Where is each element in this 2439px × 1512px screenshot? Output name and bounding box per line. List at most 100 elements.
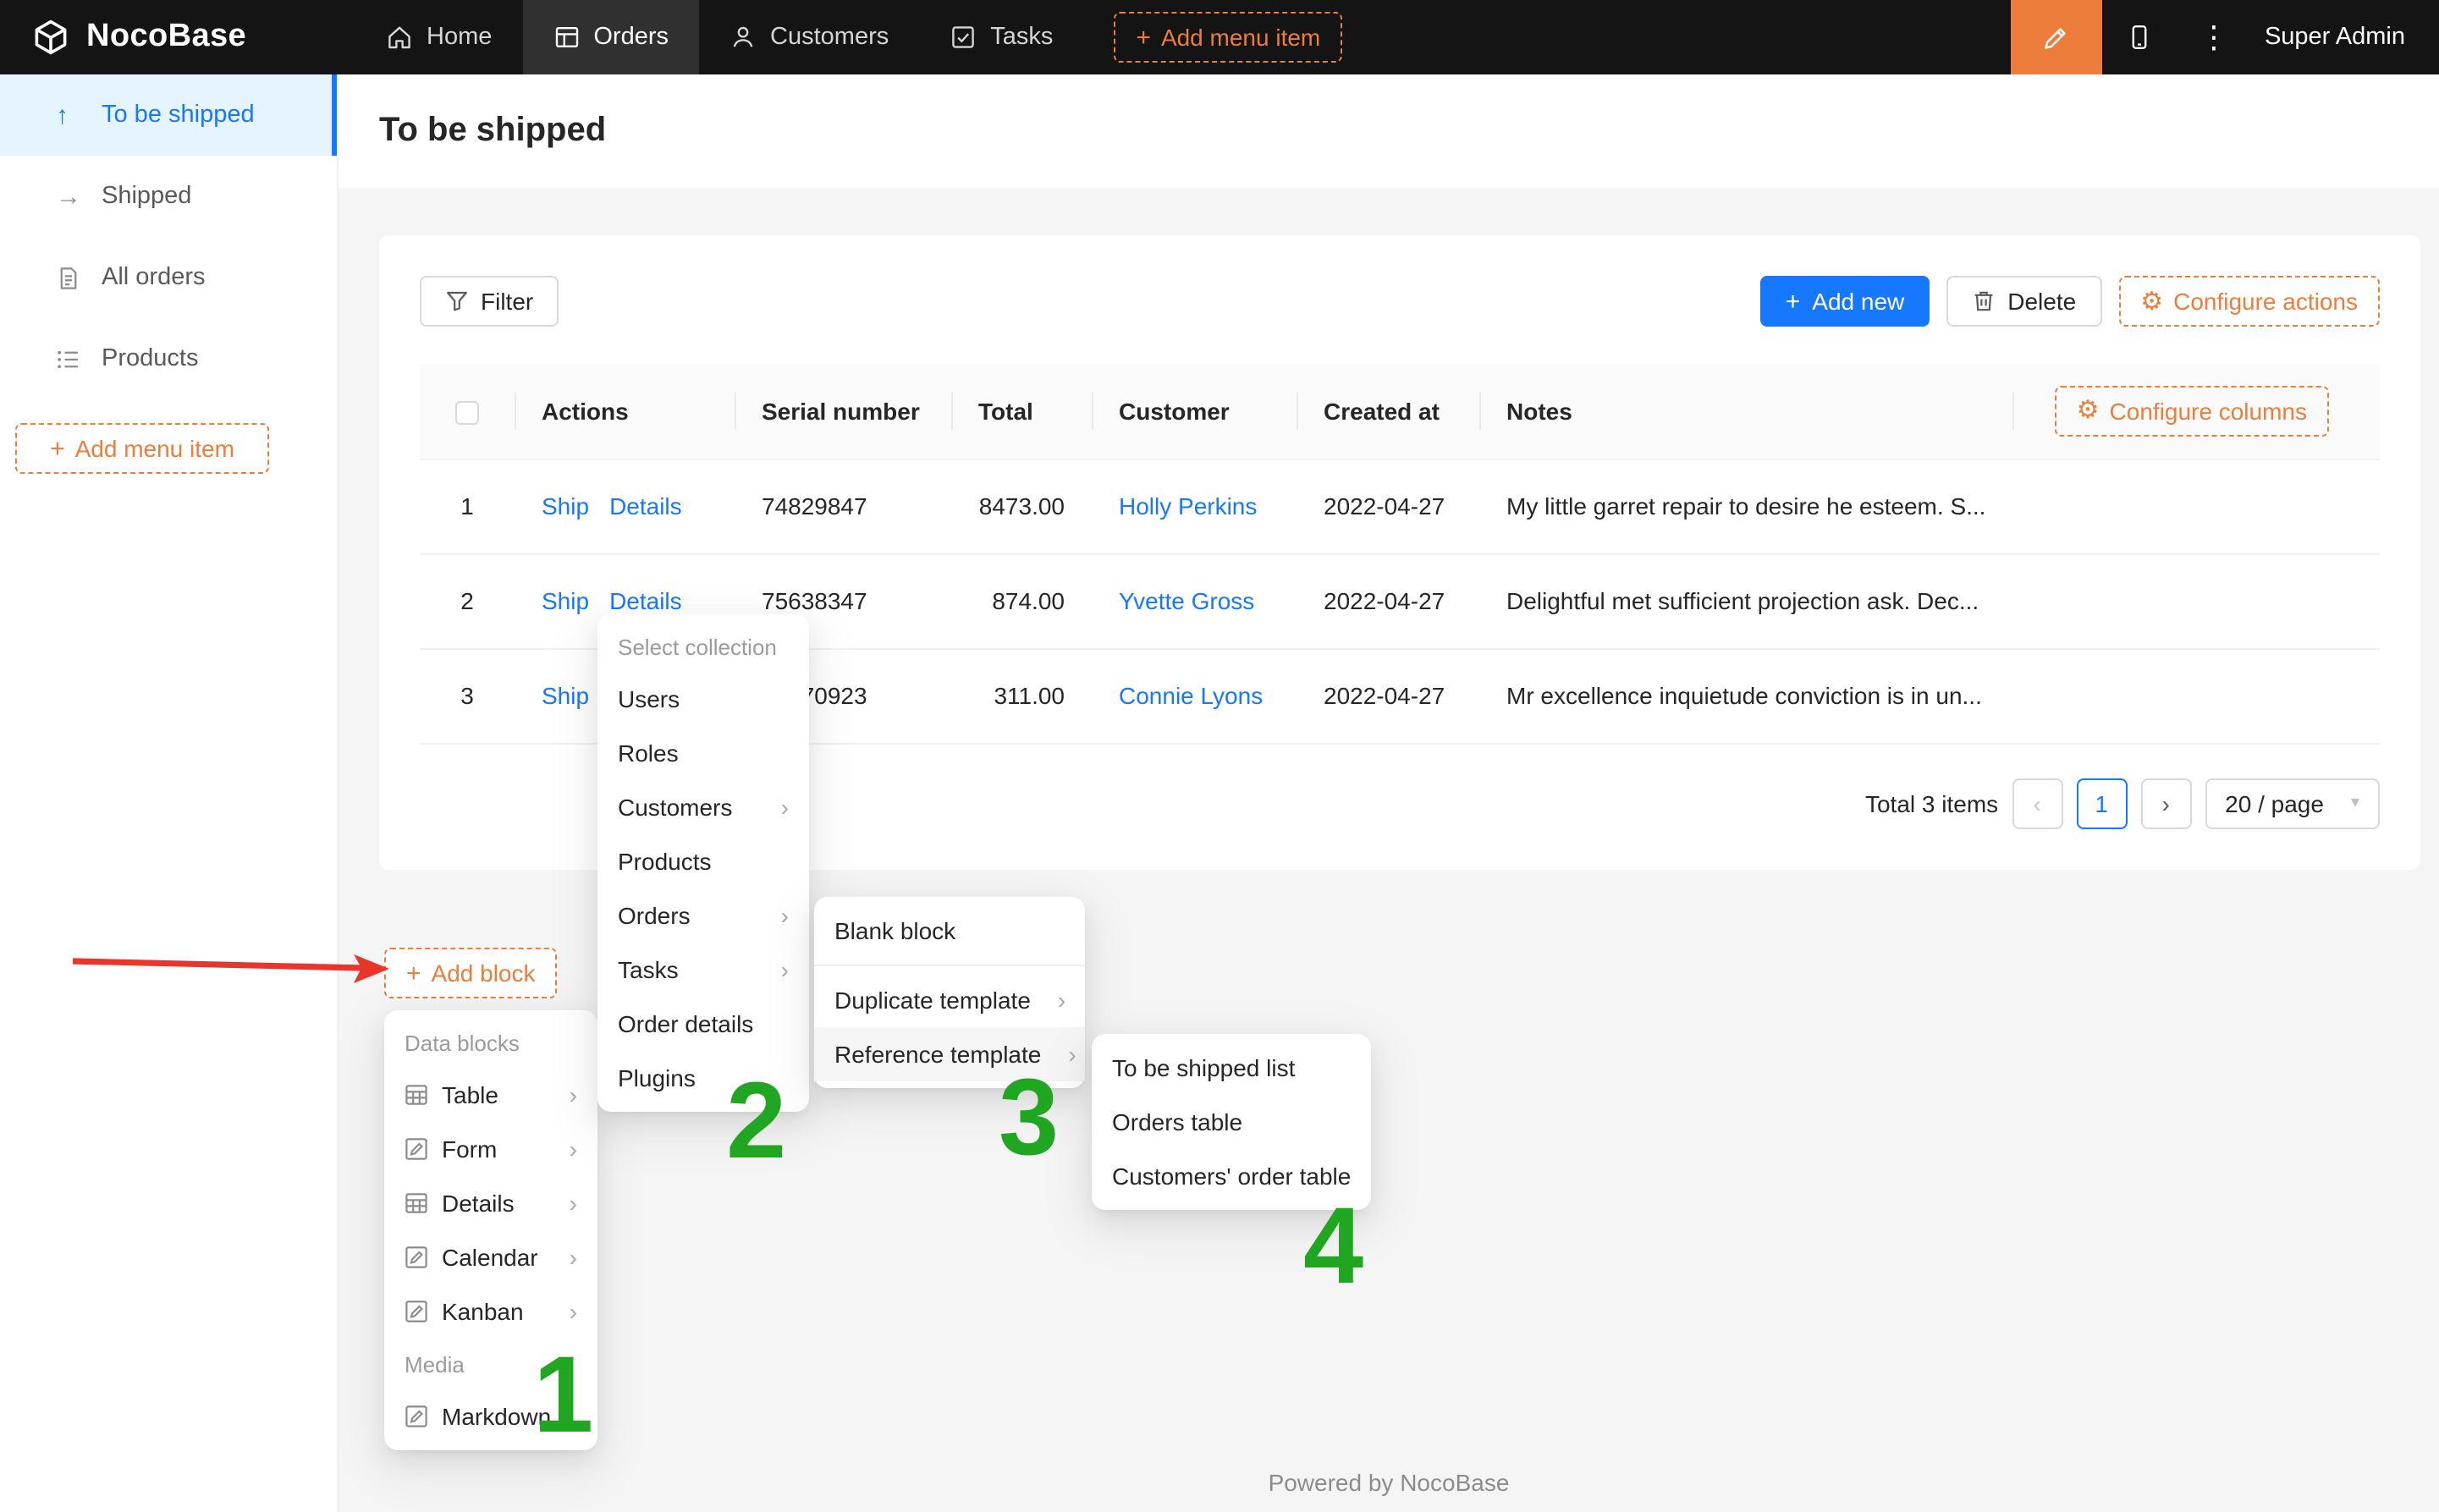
tasks-icon bbox=[950, 24, 977, 51]
sidebar-item-label: To be shipped bbox=[102, 102, 255, 129]
menu-item-details[interactable]: Details › bbox=[384, 1176, 597, 1230]
chevron-right-icon: › bbox=[556, 1245, 577, 1269]
notes-cell: Mr excellence inquietude conviction is i… bbox=[1479, 648, 2012, 743]
menu-item-blank-block[interactable]: Blank block bbox=[814, 904, 1085, 958]
chevron-right-icon: › bbox=[556, 1083, 577, 1107]
delete-button[interactable]: Delete bbox=[1946, 276, 2101, 327]
select-all-checkbox[interactable] bbox=[455, 401, 479, 425]
configure-columns-label: Configure columns bbox=[2110, 398, 2307, 425]
created-cell: 2022-04-27 bbox=[1297, 648, 1479, 743]
page-size-select[interactable]: 20 / page ▾ bbox=[2205, 778, 2380, 828]
menu-item-label: Roles bbox=[618, 740, 679, 767]
configure-columns-button[interactable]: ⚙ Configure columns bbox=[2055, 386, 2329, 437]
nav-item-label: Customers bbox=[770, 24, 889, 51]
ship-action-link[interactable]: Ship bbox=[542, 682, 589, 709]
menu-item-label: Customers bbox=[618, 794, 732, 821]
menu-item-calendar[interactable]: Calendar › bbox=[384, 1230, 597, 1284]
customer-link[interactable]: Holly Perkins bbox=[1119, 492, 1257, 520]
ship-action-link[interactable]: Ship bbox=[542, 587, 589, 614]
form-icon bbox=[405, 1137, 428, 1161]
ship-action-link[interactable]: Ship bbox=[542, 492, 589, 520]
menu-item-roles[interactable]: Roles bbox=[597, 726, 809, 780]
nav-item-orders[interactable]: Orders bbox=[522, 0, 699, 74]
filter-label: Filter bbox=[481, 288, 533, 315]
pagination-total: Total 3 items bbox=[1865, 789, 1998, 816]
annotation-step-1: 1 bbox=[533, 1340, 593, 1449]
menu-item-tasks[interactable]: Tasks› bbox=[597, 943, 809, 997]
created-cell: 2022-04-27 bbox=[1297, 459, 1479, 553]
menu-item-orders-table[interactable]: Orders table bbox=[1092, 1095, 1371, 1149]
mobile-preview-button[interactable] bbox=[2102, 0, 2177, 74]
header-cell-configure: ⚙ Configure columns bbox=[2012, 364, 2380, 459]
menu-item-users[interactable]: Users bbox=[597, 672, 809, 726]
sidebar-add-menu-item-button[interactable]: + Add menu item bbox=[15, 423, 269, 474]
arrow-up-icon: ↑ bbox=[56, 102, 83, 128]
chevron-right-icon: › bbox=[1044, 988, 1065, 1012]
pagination-next-button[interactable]: › bbox=[2140, 778, 2191, 828]
logo-text: NocoBase bbox=[86, 19, 246, 56]
sidebar-item-label: Shipped bbox=[102, 183, 191, 210]
total-cell: 874.00 bbox=[951, 553, 1092, 648]
form-icon bbox=[405, 1405, 428, 1428]
pagination-prev-button[interactable]: ‹ bbox=[2012, 778, 2062, 828]
menu-item-form[interactable]: Form › bbox=[384, 1122, 597, 1176]
more-menu-button[interactable]: ⋮ bbox=[2177, 0, 2251, 74]
sidebar-item-to-be-shipped[interactable]: ↑ To be shipped bbox=[0, 74, 337, 156]
nav-item-tasks[interactable]: Tasks bbox=[919, 0, 1083, 74]
column-header-label: Created at bbox=[1324, 398, 1440, 425]
sidebar-item-shipped[interactable]: → Shipped bbox=[0, 156, 337, 237]
header-cell-notes: Notes bbox=[1479, 364, 2012, 459]
plus-icon: + bbox=[1786, 289, 1801, 314]
user-menu[interactable]: Super Admin bbox=[2251, 24, 2439, 51]
delete-label: Delete bbox=[2007, 288, 2076, 315]
menu-item-label: Duplicate template bbox=[834, 987, 1031, 1014]
select-collection-menu: Select collection Users Roles Customers›… bbox=[597, 614, 809, 1112]
customer-link[interactable]: Yvette Gross bbox=[1119, 587, 1254, 614]
sidebar-item-label: Products bbox=[102, 345, 198, 372]
menu-item-order-details[interactable]: Order details bbox=[597, 997, 809, 1051]
table-grid-icon bbox=[405, 1083, 428, 1107]
top-navbar: NocoBase Home Orders Customers Tasks + A… bbox=[0, 0, 2439, 74]
arrow-right-icon: → bbox=[56, 184, 83, 209]
menu-item-label: Orders table bbox=[1112, 1108, 1242, 1135]
menu-item-to-be-shipped-list[interactable]: To be shipped list bbox=[1092, 1041, 1371, 1095]
page-title: To be shipped bbox=[379, 112, 606, 151]
add-block-button[interactable]: + Add block bbox=[384, 948, 558, 998]
menu-item-label: Plugins bbox=[618, 1064, 696, 1091]
navbar-add-menu-item-button[interactable]: + Add menu item bbox=[1114, 12, 1342, 63]
menu-item-table[interactable]: Table › bbox=[384, 1068, 597, 1122]
menu-item-duplicate-template[interactable]: Duplicate template › bbox=[814, 973, 1085, 1027]
chevron-right-icon: › bbox=[556, 1191, 577, 1215]
menu-item-products[interactable]: Products bbox=[597, 834, 809, 888]
sidebar-item-all-orders[interactable]: All orders bbox=[0, 237, 337, 318]
menu-item-label: Details bbox=[442, 1190, 515, 1217]
details-action-link[interactable]: Details bbox=[609, 587, 682, 614]
add-new-button[interactable]: + Add new bbox=[1760, 276, 1930, 327]
nav-item-customers[interactable]: Customers bbox=[699, 0, 919, 74]
menu-item-customers[interactable]: Customers› bbox=[597, 780, 809, 834]
menu-item-kanban[interactable]: Kanban › bbox=[384, 1284, 597, 1339]
gear-icon: ⚙ bbox=[2077, 399, 2100, 424]
header-cell-created: Created at bbox=[1297, 364, 1479, 459]
ui-editor-button[interactable] bbox=[2011, 0, 2102, 74]
logo[interactable]: NocoBase bbox=[0, 17, 339, 58]
nav-item-home[interactable]: Home bbox=[355, 0, 522, 74]
sidebar-item-products[interactable]: Products bbox=[0, 318, 337, 399]
configure-actions-button[interactable]: ⚙ Configure actions bbox=[2118, 276, 2380, 327]
header-cell-total: Total bbox=[951, 364, 1092, 459]
nav-item-label: Tasks bbox=[990, 24, 1053, 51]
menu-item-label: Calendar bbox=[442, 1244, 538, 1271]
menu-item-orders[interactable]: Orders› bbox=[597, 888, 809, 943]
menu-item-label: Orders bbox=[618, 902, 691, 929]
column-header-label: Serial number bbox=[762, 398, 920, 425]
chevron-right-icon: › bbox=[556, 1300, 577, 1323]
details-action-link[interactable]: Details bbox=[609, 492, 682, 520]
column-header-label: Total bbox=[978, 398, 1033, 425]
empty-cell bbox=[2012, 648, 2380, 743]
add-block-label: Add block bbox=[432, 959, 536, 987]
page-size-value: 20 / page bbox=[2225, 789, 2324, 816]
pagination-page-1[interactable]: 1 bbox=[2076, 778, 2127, 828]
notes-cell: My little garret repair to desire he est… bbox=[1479, 459, 2012, 553]
customer-link[interactable]: Connie Lyons bbox=[1119, 682, 1263, 709]
filter-button[interactable]: Filter bbox=[420, 276, 559, 327]
